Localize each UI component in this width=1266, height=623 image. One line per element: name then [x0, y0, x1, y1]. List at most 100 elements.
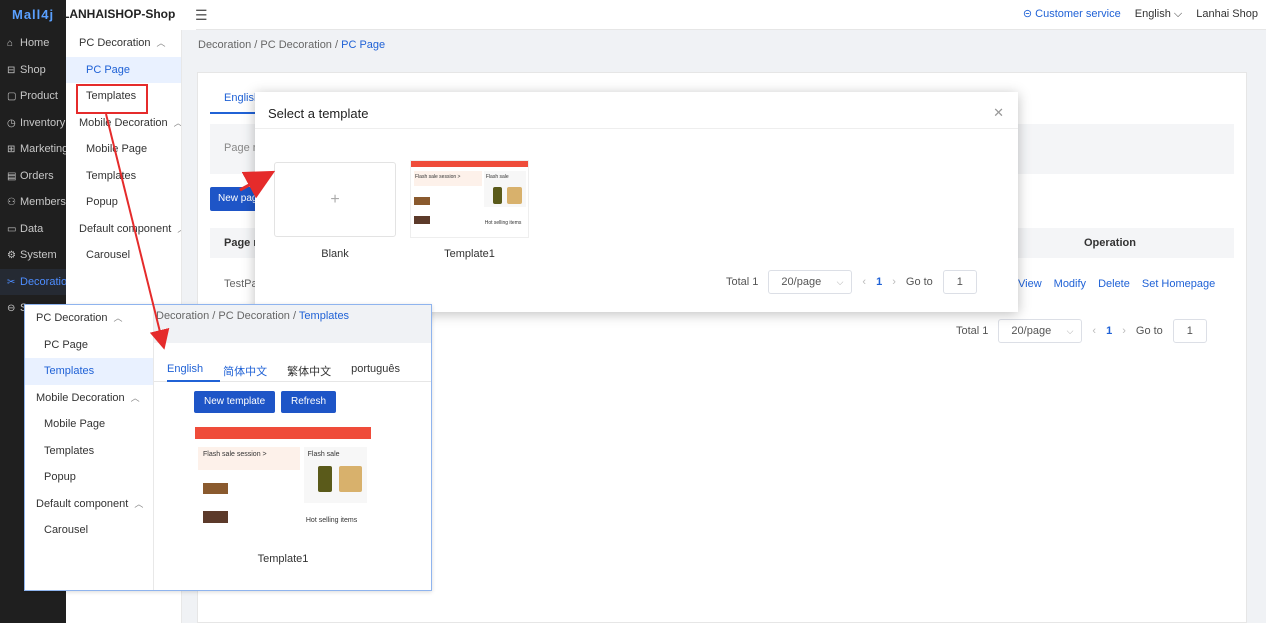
nav-members[interactable]: ⚇ Members: [0, 189, 66, 216]
nav-marketing[interactable]: ⊞ Marketing: [0, 136, 66, 163]
sidebar-item-mobile-templates[interactable]: Templates: [25, 438, 153, 465]
template-preview: Flash sale session > Flash sale Hot sell…: [195, 427, 371, 543]
language-select[interactable]: English ⌵: [1135, 0, 1182, 28]
prev-page-icon[interactable]: ‹: [862, 276, 866, 288]
close-icon[interactable]: ✕: [993, 105, 1004, 121]
page-size-select[interactable]: 20/page ⌵: [768, 270, 853, 294]
sidebar-item-mobile-templates[interactable]: Templates: [66, 163, 181, 190]
breadcrumb-root[interactable]: Decoration: [156, 310, 209, 322]
preview-product-image: [318, 466, 333, 492]
tab-simplified-chinese[interactable]: 简体中文: [223, 363, 267, 379]
total-count: Total 1: [956, 325, 989, 337]
sidebar-item-carousel[interactable]: Carousel: [25, 517, 153, 544]
set-homepage-link[interactable]: Set Homepage: [1142, 278, 1215, 290]
page-number[interactable]: 1: [1106, 325, 1112, 337]
column-operation: Operation: [1084, 237, 1136, 249]
sidebar-item-popup[interactable]: Popup: [25, 464, 153, 491]
nav-inventory[interactable]: ◷ Inventory: [0, 110, 66, 137]
nav-decoration[interactable]: ✂ Decoration: [0, 268, 66, 295]
breadcrumb-sep: /: [335, 39, 339, 51]
system-icon: ⚙: [7, 250, 16, 261]
goto-input[interactable]: 1: [1172, 319, 1207, 343]
preview-hot-title: Hot selling items: [484, 220, 522, 227]
group-pc-decoration[interactable]: PC Decoration ︿: [25, 305, 153, 332]
modal-title: Select a template: [268, 106, 369, 121]
nav-home[interactable]: ⌂ Home: [0, 30, 66, 57]
template1-label: Template1: [444, 248, 495, 260]
nav-data[interactable]: ▭ Data: [0, 216, 66, 243]
menu-toggle-icon[interactable]: ☰: [195, 7, 208, 24]
prev-page-icon[interactable]: ‹: [1092, 325, 1096, 337]
page-size-value: 20/page: [1011, 325, 1052, 337]
delete-link[interactable]: Delete: [1098, 278, 1130, 290]
sidebar-item-mobile-page[interactable]: Mobile Page: [66, 136, 181, 163]
goto-input[interactable]: 1: [942, 270, 977, 294]
nav-system[interactable]: ⚙ System: [0, 242, 66, 269]
sidebar-item-carousel[interactable]: Carousel: [66, 242, 181, 269]
tab-english[interactable]: English: [167, 363, 203, 379]
template1-card[interactable]: Flash sale session > Flash sale Hot sell…: [410, 160, 529, 238]
next-page-icon[interactable]: ›: [1122, 325, 1126, 337]
preview-banner: [195, 427, 371, 439]
tab-traditional-chinese[interactable]: 繁体中文: [287, 363, 331, 379]
blank-label: Blank: [321, 248, 349, 260]
template1-card[interactable]: Flash sale session > Flash sale Hot sell…: [195, 427, 371, 543]
group-pc-decoration[interactable]: PC Decoration ︿: [66, 30, 181, 57]
modify-link[interactable]: Modify: [1054, 278, 1086, 290]
page-number[interactable]: 1: [876, 276, 882, 288]
page-size-select[interactable]: 20/page ⌵: [998, 319, 1083, 343]
nav-orders[interactable]: ▤ Orders: [0, 163, 66, 190]
select-template-modal: Select a template ✕ + Blank Flash sale s…: [255, 92, 1018, 312]
group-label: Mobile Decoration: [36, 391, 125, 404]
group-default-component[interactable]: Default component ︿: [25, 491, 153, 518]
nav-product[interactable]: ▢ Product: [0, 83, 66, 110]
breadcrumb-sep: /: [254, 39, 258, 51]
view-link[interactable]: View: [1018, 278, 1042, 290]
nav-label: Members: [20, 196, 66, 208]
inset-sidebar: PC Decoration ︿ PC Page Templates Mobile …: [25, 305, 154, 590]
language-label: English: [1134, 8, 1171, 20]
refresh-button[interactable]: Refresh: [281, 391, 337, 413]
group-mobile-decoration[interactable]: Mobile Decoration ︿: [25, 385, 153, 412]
chevron-up-icon: ︿: [130, 392, 140, 403]
customer-service-link[interactable]: ⊝ Customer service: [1023, 0, 1121, 28]
inventory-icon: ◷: [7, 117, 16, 129]
group-default-component[interactable]: Default component ︿: [66, 216, 181, 243]
preview-title: Flash sale: [485, 174, 509, 180]
group-label: Default component: [36, 497, 129, 510]
modal-divider: [255, 128, 1018, 129]
preview-title: Flash sale session >: [203, 451, 267, 458]
sidebar-item-pc-templates[interactable]: Templates: [25, 358, 153, 385]
chevron-down-icon: ⌵: [836, 277, 844, 287]
nav-shop[interactable]: ⊟ Shop: [0, 57, 66, 84]
inset-card: English 简体中文 繁体中文 português New template…: [154, 343, 431, 590]
blank-template-card[interactable]: +: [274, 162, 396, 237]
goto-label: Go to: [905, 276, 933, 288]
row-operations: View Modify Delete Set Homepage: [1018, 278, 1215, 290]
sidebar-item-popup[interactable]: Popup: [66, 189, 181, 216]
account-menu[interactable]: Lanhai Shop: [1196, 0, 1258, 28]
nav-label: Data: [20, 222, 44, 235]
preview-title: Flash sale: [307, 451, 340, 458]
pagination: Total 1 20/page ⌵ ‹ 1 › Go to 1: [956, 319, 1207, 343]
active-tab-indicator: [210, 112, 260, 114]
preview-product-image: [203, 482, 228, 495]
nav-label: Decoration: [20, 275, 66, 288]
next-page-icon[interactable]: ›: [892, 276, 896, 288]
top-right-menu: ⊝ Customer service English ⌵ Lanhai Shop: [1023, 0, 1258, 28]
new-template-button[interactable]: New template: [194, 391, 276, 413]
chevron-up-icon: ︿: [156, 38, 166, 48]
sidebar-item-pc-page[interactable]: PC Page: [25, 332, 153, 359]
sidebar-item-mobile-page[interactable]: Mobile Page: [25, 411, 153, 438]
breadcrumb-section[interactable]: PC Decoration: [260, 39, 332, 51]
breadcrumb-section[interactable]: PC Decoration: [218, 310, 290, 322]
breadcrumb-current: Templates: [298, 310, 350, 322]
breadcrumb-root[interactable]: Decoration: [198, 39, 251, 51]
sidebar-item-pc-page[interactable]: PC Page: [66, 56, 181, 83]
group-label: Mobile Decoration: [79, 116, 168, 129]
orders-icon: ▤: [7, 170, 17, 182]
breadcrumb-current: PC Page: [341, 39, 386, 51]
nav-label: Inventory: [20, 116, 66, 129]
tab-portuguese[interactable]: português: [351, 363, 400, 379]
breadcrumb: Decoration / PC Decoration / PC Page: [198, 39, 385, 51]
